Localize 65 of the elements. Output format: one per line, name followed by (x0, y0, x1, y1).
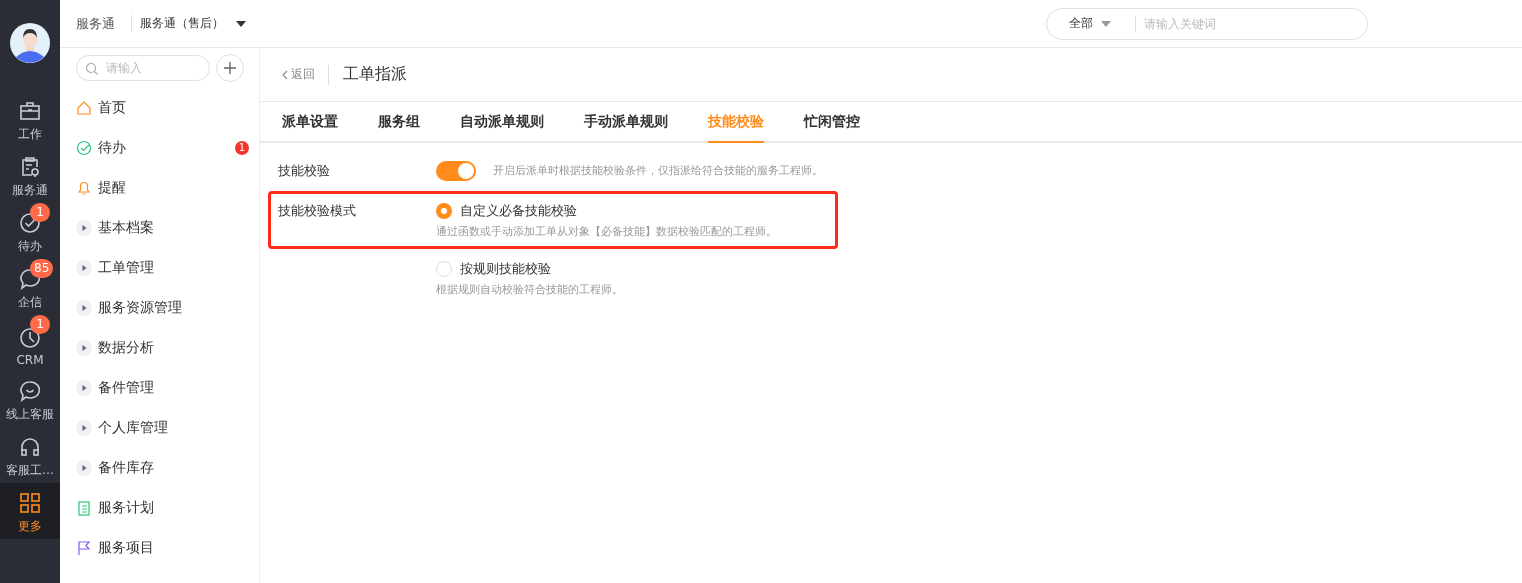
tab[interactable]: 手动派单规则 (584, 102, 668, 143)
scope-label: 全部 (1069, 15, 1093, 32)
option-label: 按规则技能校验 (460, 260, 551, 278)
setting-hint: 开启后派单时根据技能校验条件，仅指派给符合技能的服务工程师。 (493, 163, 823, 179)
setting-label: 技能校验模式 (278, 202, 357, 220)
option-label: 自定义必备技能校验 (460, 202, 577, 220)
menu-item[interactable]: 服务计划 (60, 488, 259, 528)
menu-item[interactable]: 提醒 (60, 168, 259, 208)
count-badge: 1 (30, 315, 50, 334)
rail-item[interactable]: 更多 (0, 483, 60, 539)
tab[interactable]: 自动派单规则 (460, 102, 544, 143)
checklist-icon (76, 500, 92, 516)
radio-button[interactable] (436, 203, 452, 219)
count-badge: 85 (30, 259, 54, 278)
rail-item[interactable]: 工作 (0, 91, 60, 147)
tab[interactable]: 服务组 (378, 102, 420, 143)
briefcase-icon (18, 99, 42, 123)
caret-down-icon (236, 20, 246, 27)
option-hint: 通过函数或手动添加工单从对象【必备技能】数据校验匹配的工程师。 (436, 224, 777, 239)
rail-item[interactable]: 服务通 (0, 147, 60, 203)
setting-label: 技能校验 (278, 162, 331, 180)
radio-button[interactable] (436, 261, 452, 277)
count-badge: 1 (235, 141, 249, 155)
check-circle-icon (76, 140, 92, 156)
search-icon (85, 61, 98, 75)
grid-icon (18, 491, 42, 515)
tab[interactable]: 派单设置 (282, 102, 338, 143)
menu-item[interactable]: 个人库管理 (60, 408, 259, 448)
bell-icon (76, 180, 92, 196)
headset-icon (18, 435, 42, 459)
app-switcher-label: 服务通（售后） (140, 15, 224, 32)
menu-item[interactable]: 数据分析 (60, 328, 259, 368)
app-switcher[interactable]: 服务通（售后） (131, 15, 246, 32)
menu-item[interactable]: 备件管理 (60, 368, 259, 408)
page-title: 工单指派 (343, 64, 407, 85)
search-field[interactable]: 请输入关键词 (1135, 15, 1344, 32)
caret-down-icon (1101, 20, 1111, 27)
rail-item[interactable]: 线上客服 (0, 371, 60, 427)
search-input[interactable]: 请输入 (104, 60, 198, 76)
tab[interactable]: 忙闲管控 (804, 102, 860, 143)
scope-dropdown[interactable]: 全部 (1047, 15, 1135, 32)
smile-chat-icon (18, 379, 42, 403)
app-name: 服务通 (76, 14, 115, 33)
menu-item[interactable]: 待办 1 (60, 128, 259, 168)
menu-item[interactable]: 工单管理 (60, 248, 259, 288)
clock-icon (18, 326, 42, 350)
menu-item[interactable]: 备件库存 (60, 448, 259, 488)
avatar-icon (10, 23, 50, 63)
plus-icon (223, 61, 237, 75)
rail-item[interactable]: 企信 85 (0, 259, 60, 315)
menu-item[interactable]: 首页 (60, 88, 259, 128)
home-icon (76, 100, 92, 116)
menu-item[interactable]: 服务项目 (60, 528, 259, 568)
back-link[interactable]: 返回 (282, 64, 329, 85)
rail-item[interactable]: 待办 1 (0, 203, 60, 259)
rail-item[interactable]: CRM 1 (0, 315, 60, 371)
chevron-left-icon (282, 69, 288, 80)
add-button[interactable] (216, 54, 244, 82)
flag-icon (76, 540, 92, 556)
toggle-switch[interactable] (436, 161, 476, 181)
option-hint: 根据规则自动校验符合技能的工程师。 (436, 282, 623, 297)
menu-item[interactable]: 服务资源管理 (60, 288, 259, 328)
count-badge: 1 (30, 203, 50, 222)
menu-item[interactable]: 基本档案 (60, 208, 259, 248)
rail-item[interactable]: 客服工… (0, 427, 60, 483)
